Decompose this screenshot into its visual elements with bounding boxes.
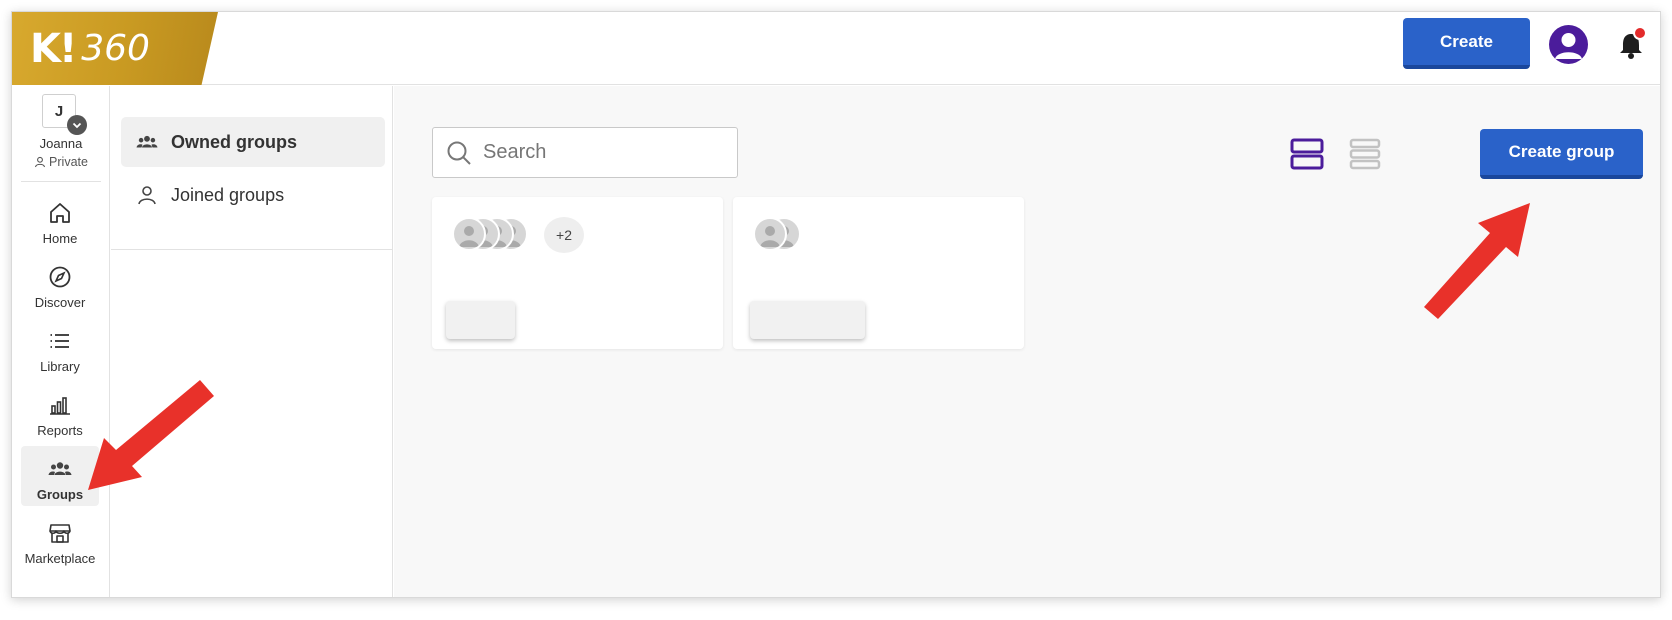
search-input[interactable]: [483, 141, 723, 164]
subnav-item-label: Owned groups: [171, 131, 297, 152]
user-avatar-icon: [1555, 33, 1582, 59]
group-name-placeholder: [446, 301, 515, 339]
group-name-placeholder: [750, 301, 865, 339]
compass-icon: [49, 266, 71, 288]
create-button[interactable]: Create: [1403, 18, 1530, 69]
groups-icon: [136, 135, 158, 148]
chevron-down-icon[interactable]: [67, 115, 87, 135]
subnav-item-owned-groups[interactable]: Owned groups: [121, 117, 385, 167]
search-icon: [447, 141, 471, 165]
person-icon: [35, 156, 46, 168]
search-box[interactable]: [432, 127, 738, 178]
member-avatar: [753, 217, 787, 251]
create-group-button[interactable]: Create group: [1480, 129, 1643, 179]
notifications-button[interactable]: [1617, 26, 1647, 60]
main-sidebar: J Joanna Private Home Discover Library R…: [12, 86, 110, 597]
logo-suffix: 360: [81, 28, 150, 69]
subnav-item-label: Joined groups: [171, 184, 285, 205]
sidebar-item-discover[interactable]: Discover: [21, 254, 99, 314]
card-view-icon: [1290, 138, 1324, 170]
sidebar-item-label: Discover: [34, 295, 86, 310]
profile-type: Private: [12, 155, 110, 169]
app-window: K! 360 Create J Joanna Private Home Disc…: [11, 11, 1661, 598]
grid-view-button[interactable]: [1287, 134, 1327, 174]
sidebar-item-home[interactable]: Home: [21, 190, 99, 250]
list-icon: [50, 334, 69, 348]
sidebar-item-label: Groups: [36, 487, 84, 502]
list-view-button[interactable]: [1345, 134, 1385, 174]
list-view-icon: [1349, 138, 1381, 170]
sidebar-item-label: Library: [40, 359, 80, 374]
profile-name: Joanna: [39, 136, 83, 151]
person-icon: [138, 186, 156, 205]
top-header: K! 360 Create: [12, 12, 1660, 85]
home-icon: [50, 203, 70, 223]
sidebar-item-groups[interactable]: Groups: [21, 446, 99, 506]
groups-subnav: Owned groups Joined groups: [111, 86, 393, 597]
extra-members-badge: +2: [544, 217, 584, 253]
sidebar-item-library[interactable]: Library: [21, 318, 99, 378]
user-avatar[interactable]: [1549, 25, 1588, 64]
sidebar-item-label: Marketplace: [24, 551, 96, 566]
kahoot-360-logo[interactable]: K! 360: [12, 12, 218, 85]
sidebar-item-reports[interactable]: Reports: [21, 382, 99, 442]
sidebar-item-marketplace[interactable]: Marketplace: [21, 510, 99, 570]
sidebar-item-label: Reports: [37, 423, 83, 438]
profile-switcher: J Joanna Private: [12, 86, 110, 182]
divider: [111, 249, 393, 250]
profile-type-label: Private: [49, 155, 88, 169]
main-content: Create group +2: [394, 86, 1660, 597]
logo-letter: K!: [30, 25, 77, 72]
group-card[interactable]: +2: [432, 197, 723, 349]
store-icon: [49, 524, 71, 543]
member-avatar: [452, 217, 486, 251]
divider: [21, 181, 101, 182]
groups-icon: [48, 462, 72, 475]
group-card[interactable]: [733, 197, 1024, 349]
bar-chart-icon: [50, 397, 70, 415]
sidebar-item-label: Home: [42, 231, 78, 246]
subnav-item-joined-groups[interactable]: Joined groups: [121, 170, 385, 220]
notification-badge: [1633, 26, 1647, 40]
